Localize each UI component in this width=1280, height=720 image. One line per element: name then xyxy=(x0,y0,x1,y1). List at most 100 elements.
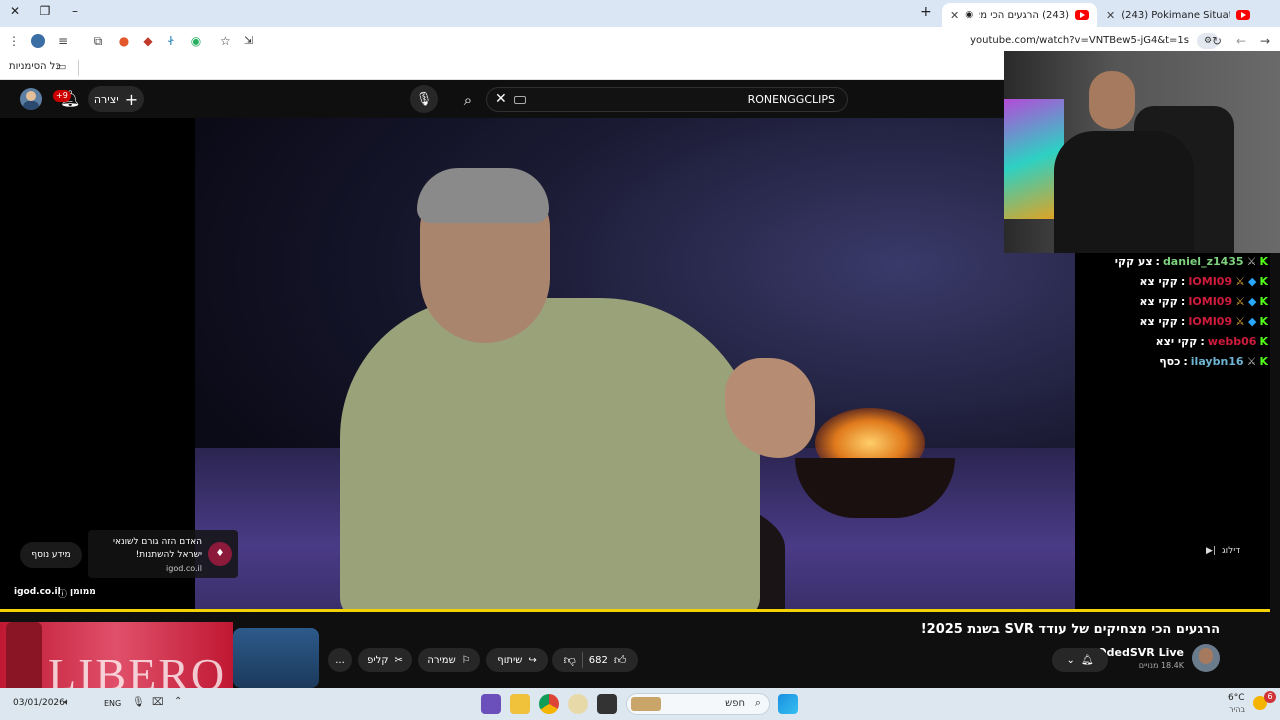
skip-label: דילוג xyxy=(1221,546,1241,556)
install-app-icon[interactable]: ⇲ xyxy=(244,34,253,47)
subscribe-notifications-button[interactable]: ⌄ 🔔︎ xyxy=(1052,648,1108,672)
channel-name[interactable]: OdedSVR Live xyxy=(1097,646,1184,659)
reload-icon[interactable]: ↻ xyxy=(1209,34,1225,48)
chat-message: קקי צא: IOMI09 ⚔ ◆ K xyxy=(1020,271,1270,291)
kick-badge-icon: K xyxy=(1259,314,1268,328)
volume-icon[interactable]: 🔈︎ xyxy=(64,697,70,708)
microphone-tray-icon[interactable]: 🎙︎ xyxy=(132,697,145,708)
extension-translate-icon[interactable]: Ꮠ xyxy=(163,34,179,49)
tab-close-icon[interactable]: ✕ xyxy=(950,9,959,22)
sidebar-ad-image[interactable]: LIBERO xyxy=(0,622,233,700)
plus-icon: + xyxy=(124,89,139,109)
clip-button[interactable]: קליפ ✂ xyxy=(358,648,412,672)
extension-shield-icon[interactable]: ◆ xyxy=(140,34,156,48)
forward-icon[interactable]: ← xyxy=(1233,34,1249,48)
taskbar-search[interactable]: ⌕ חפש xyxy=(626,693,770,715)
chat-separator: : xyxy=(1180,294,1186,308)
chrome-icon[interactable] xyxy=(539,694,559,714)
like-icon[interactable]: 👍︎ xyxy=(614,653,627,668)
ad-card[interactable]: האדם הזה גורם לשונאי ישראל להשתנות! igod… xyxy=(88,530,238,578)
close-window-icon[interactable]: ✕ xyxy=(5,4,25,18)
kick-badge-icon: K xyxy=(1259,294,1268,308)
extension-green-icon[interactable]: ◉ xyxy=(188,34,204,48)
bell-icon: 🔔︎ xyxy=(1080,654,1094,666)
kick-badge-icon: K xyxy=(1259,334,1268,348)
like-dislike-group[interactable]: 👎︎ 682 👍︎ xyxy=(552,648,638,672)
discord-icon[interactable] xyxy=(481,694,501,714)
bookmark-star-icon[interactable]: ☆ xyxy=(220,34,231,48)
chat-message-text: קקי צא xyxy=(1139,294,1178,308)
weather-temp[interactable]: 6°C xyxy=(1228,693,1245,703)
extensions-icon[interactable]: ⧉ xyxy=(90,34,106,49)
chevron-down-icon: ⌄ xyxy=(1066,654,1075,666)
microphone-icon: 🎙︎ xyxy=(415,91,433,107)
keyboard-icon[interactable] xyxy=(514,96,526,104)
tab-pokimane[interactable]: ✕ (243) Pokimane Situation is Pat xyxy=(1098,3,1258,27)
weather-label: בהיר xyxy=(1229,705,1246,714)
date-label[interactable]: 03/01/2026 xyxy=(13,698,65,708)
app-icon[interactable] xyxy=(568,694,588,714)
chat-message-text: צע קקי xyxy=(1114,254,1153,268)
search-input[interactable]: ✕ RONENGGCLIPS xyxy=(486,87,848,112)
profile-avatar[interactable] xyxy=(31,34,45,48)
chat-username: daniel_z1435 xyxy=(1162,254,1244,268)
language-indicator[interactable]: ENG xyxy=(104,699,121,708)
voice-search-button[interactable]: 🎙︎ xyxy=(410,85,438,113)
file-explorer-icon[interactable] xyxy=(510,694,530,714)
tab-active-video[interactable]: ✕ ◉ (243) הרגעים הכי מצחיקים xyxy=(942,3,1097,27)
video-frame[interactable] xyxy=(195,118,1075,611)
network-icon[interactable]: ⌧ xyxy=(152,697,164,708)
gem-badge-icon: ◆ xyxy=(1248,294,1257,308)
weather-badge: 6 xyxy=(1264,691,1276,703)
more-actions-button[interactable]: ... xyxy=(328,648,352,672)
channel-avatar[interactable] xyxy=(1192,644,1220,672)
reading-list-icon[interactable]: ≡ xyxy=(55,34,71,48)
new-tab-button[interactable]: + xyxy=(920,4,932,20)
more-icon: ... xyxy=(335,654,345,666)
search-button[interactable]: ⌕ xyxy=(448,87,488,112)
sponsored-label: ממומן xyxy=(70,587,96,597)
chat-message: קקי יצא: webb06 K xyxy=(1020,331,1270,351)
streamer-head xyxy=(1089,71,1135,129)
menu-kebab-icon[interactable]: ⋮ xyxy=(6,34,22,48)
share-button[interactable]: שיתוף ↪ xyxy=(486,648,548,672)
restore-window-icon[interactable]: ❐ xyxy=(35,4,55,18)
address-bar[interactable]: ☆ ⇲ youtube.com/watch?v=VNTBew5-jG4&t=1s… xyxy=(212,30,1227,53)
app-dark-icon[interactable] xyxy=(597,694,617,714)
share-icon: ↪ xyxy=(528,654,537,666)
tab-close-icon[interactable]: ✕ xyxy=(1106,9,1115,22)
person-hair xyxy=(417,168,549,223)
video-title: הרגעים הכי מצחיקים של עודד SVR בשנת 2025… xyxy=(920,622,1220,637)
create-button[interactable]: יצירה + xyxy=(88,86,144,112)
skip-ad-button[interactable]: ▶| דילוג xyxy=(1206,546,1240,556)
windows-start-icon[interactable] xyxy=(778,694,798,714)
bookmark-icon: ⚐ xyxy=(461,654,471,666)
youtube-header: 🔔︎ +9 יצירה + 🎙︎ ⌕ ✕ RONENGGCLIPS xyxy=(0,80,1004,118)
back-icon[interactable]: → xyxy=(1257,34,1273,48)
gem-badge-icon: ◆ xyxy=(1248,314,1257,328)
audio-playing-icon[interactable]: ◉ xyxy=(965,10,973,20)
chat-message: קקי צא: IOMI09 ⚔ ◆ K xyxy=(1020,311,1270,331)
streamer-shirt xyxy=(1054,131,1194,253)
chat-message-text: קקי יצא xyxy=(1155,334,1198,348)
ad-logo-icon: ♦ xyxy=(208,542,232,566)
save-button[interactable]: שמירה ⚐ xyxy=(418,648,480,672)
clear-search-icon[interactable]: ✕ xyxy=(495,91,507,107)
tray-overflow-icon[interactable]: ⌃ xyxy=(174,696,182,707)
extension-orange-icon[interactable]: ● xyxy=(116,34,132,48)
search-icon: ⌕ xyxy=(463,90,473,109)
sidebar-thumbnail[interactable] xyxy=(233,628,319,688)
tab-title: (243) Pokimane Situation is Pat xyxy=(1121,9,1230,21)
search-highlight-image xyxy=(631,697,661,711)
account-avatar[interactable] xyxy=(20,88,42,110)
sponsored-domain[interactable]: igod.co.il xyxy=(14,587,61,597)
more-info-button[interactable]: מידע נוסף xyxy=(20,542,82,568)
minimize-window-icon[interactable]: – xyxy=(65,4,85,18)
kick-badge-icon: K xyxy=(1259,274,1268,288)
info-icon[interactable]: ⓘ xyxy=(58,587,67,600)
search-placeholder: חפש xyxy=(725,698,745,709)
ad-headline: האדם הזה גורם לשונאי ישראל להשתנות! xyxy=(112,537,202,560)
dislike-icon[interactable]: 👎︎ xyxy=(564,653,576,668)
all-bookmarks-label[interactable]: כל הסימניות xyxy=(9,61,61,72)
windows-taskbar: 03/01/2026 🔈︎ ENG 🎙︎ ⌧ ⌃ ⌕ חפש 6°C בהיר … xyxy=(0,688,1280,720)
